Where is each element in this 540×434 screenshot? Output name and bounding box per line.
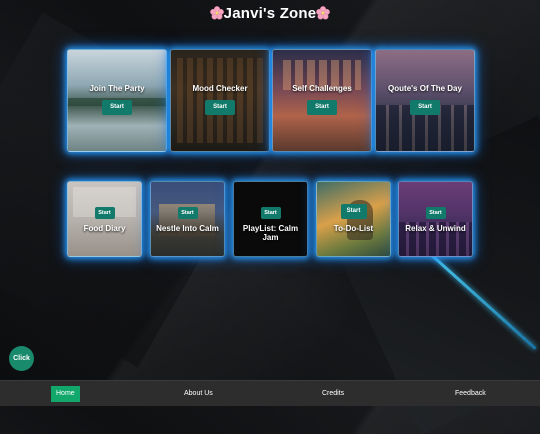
card-label: To-Do-List bbox=[333, 224, 374, 233]
card-label: Food Diary bbox=[83, 224, 126, 233]
card-label: Join The Party bbox=[89, 84, 145, 93]
start-button[interactable]: Start bbox=[205, 100, 235, 115]
card-join-the-party[interactable]: Join The Party Start bbox=[67, 49, 167, 152]
card-to-do-list[interactable]: To-Do-List Start bbox=[316, 181, 391, 257]
start-button[interactable]: Start bbox=[425, 207, 446, 219]
nav-credits[interactable]: Credits bbox=[317, 386, 349, 402]
card-mood-checker[interactable]: Mood Checker Start bbox=[170, 49, 270, 152]
nav-about-us[interactable]: About Us bbox=[179, 386, 218, 402]
card-nestle-into-calm[interactable]: Nestle Into Calm Start bbox=[150, 181, 225, 257]
card-label: Self Challenges bbox=[292, 84, 352, 93]
start-button[interactable]: Start bbox=[177, 207, 198, 219]
nav-feedback[interactable]: Feedback bbox=[450, 386, 491, 402]
start-button[interactable]: Start bbox=[340, 204, 367, 219]
click-button[interactable]: Click bbox=[9, 346, 34, 371]
card-label: Qoute's Of The Day bbox=[388, 84, 462, 93]
nav-home[interactable]: Home bbox=[51, 386, 80, 402]
start-button[interactable]: Start bbox=[260, 207, 281, 219]
dark-screen-icon bbox=[234, 182, 307, 256]
page-title: Janvi's Zone bbox=[0, 5, 540, 22]
start-button[interactable]: Start bbox=[94, 207, 115, 219]
start-button[interactable]: Start bbox=[410, 100, 440, 115]
start-button[interactable]: Start bbox=[102, 100, 132, 115]
card-food-diary[interactable]: Food Diary Start bbox=[67, 181, 142, 257]
card-label: PlayList: Calm Jam bbox=[242, 224, 299, 242]
card-self-challenges[interactable]: Self Challenges Start bbox=[272, 49, 372, 152]
page-title-text: Janvi's Zone bbox=[223, 5, 317, 22]
card-label: Mood Checker bbox=[192, 84, 248, 93]
cherry-blossom-icon bbox=[316, 6, 331, 20]
card-playlist-calm-jam[interactable]: PlayList: Calm Jam Start bbox=[233, 181, 308, 257]
card-label: Relax & Unwind bbox=[405, 224, 466, 233]
start-button[interactable]: Start bbox=[307, 100, 337, 115]
card-relax-and-unwind[interactable]: Relax & Unwind Start bbox=[398, 181, 473, 257]
cherry-blossom-icon bbox=[209, 6, 224, 20]
card-label: Nestle Into Calm bbox=[156, 224, 219, 233]
card-qoutes-of-the-day[interactable]: Qoute's Of The Day Start bbox=[375, 49, 475, 152]
bottom-navbar: Home About Us Credits Feedback bbox=[0, 380, 540, 406]
